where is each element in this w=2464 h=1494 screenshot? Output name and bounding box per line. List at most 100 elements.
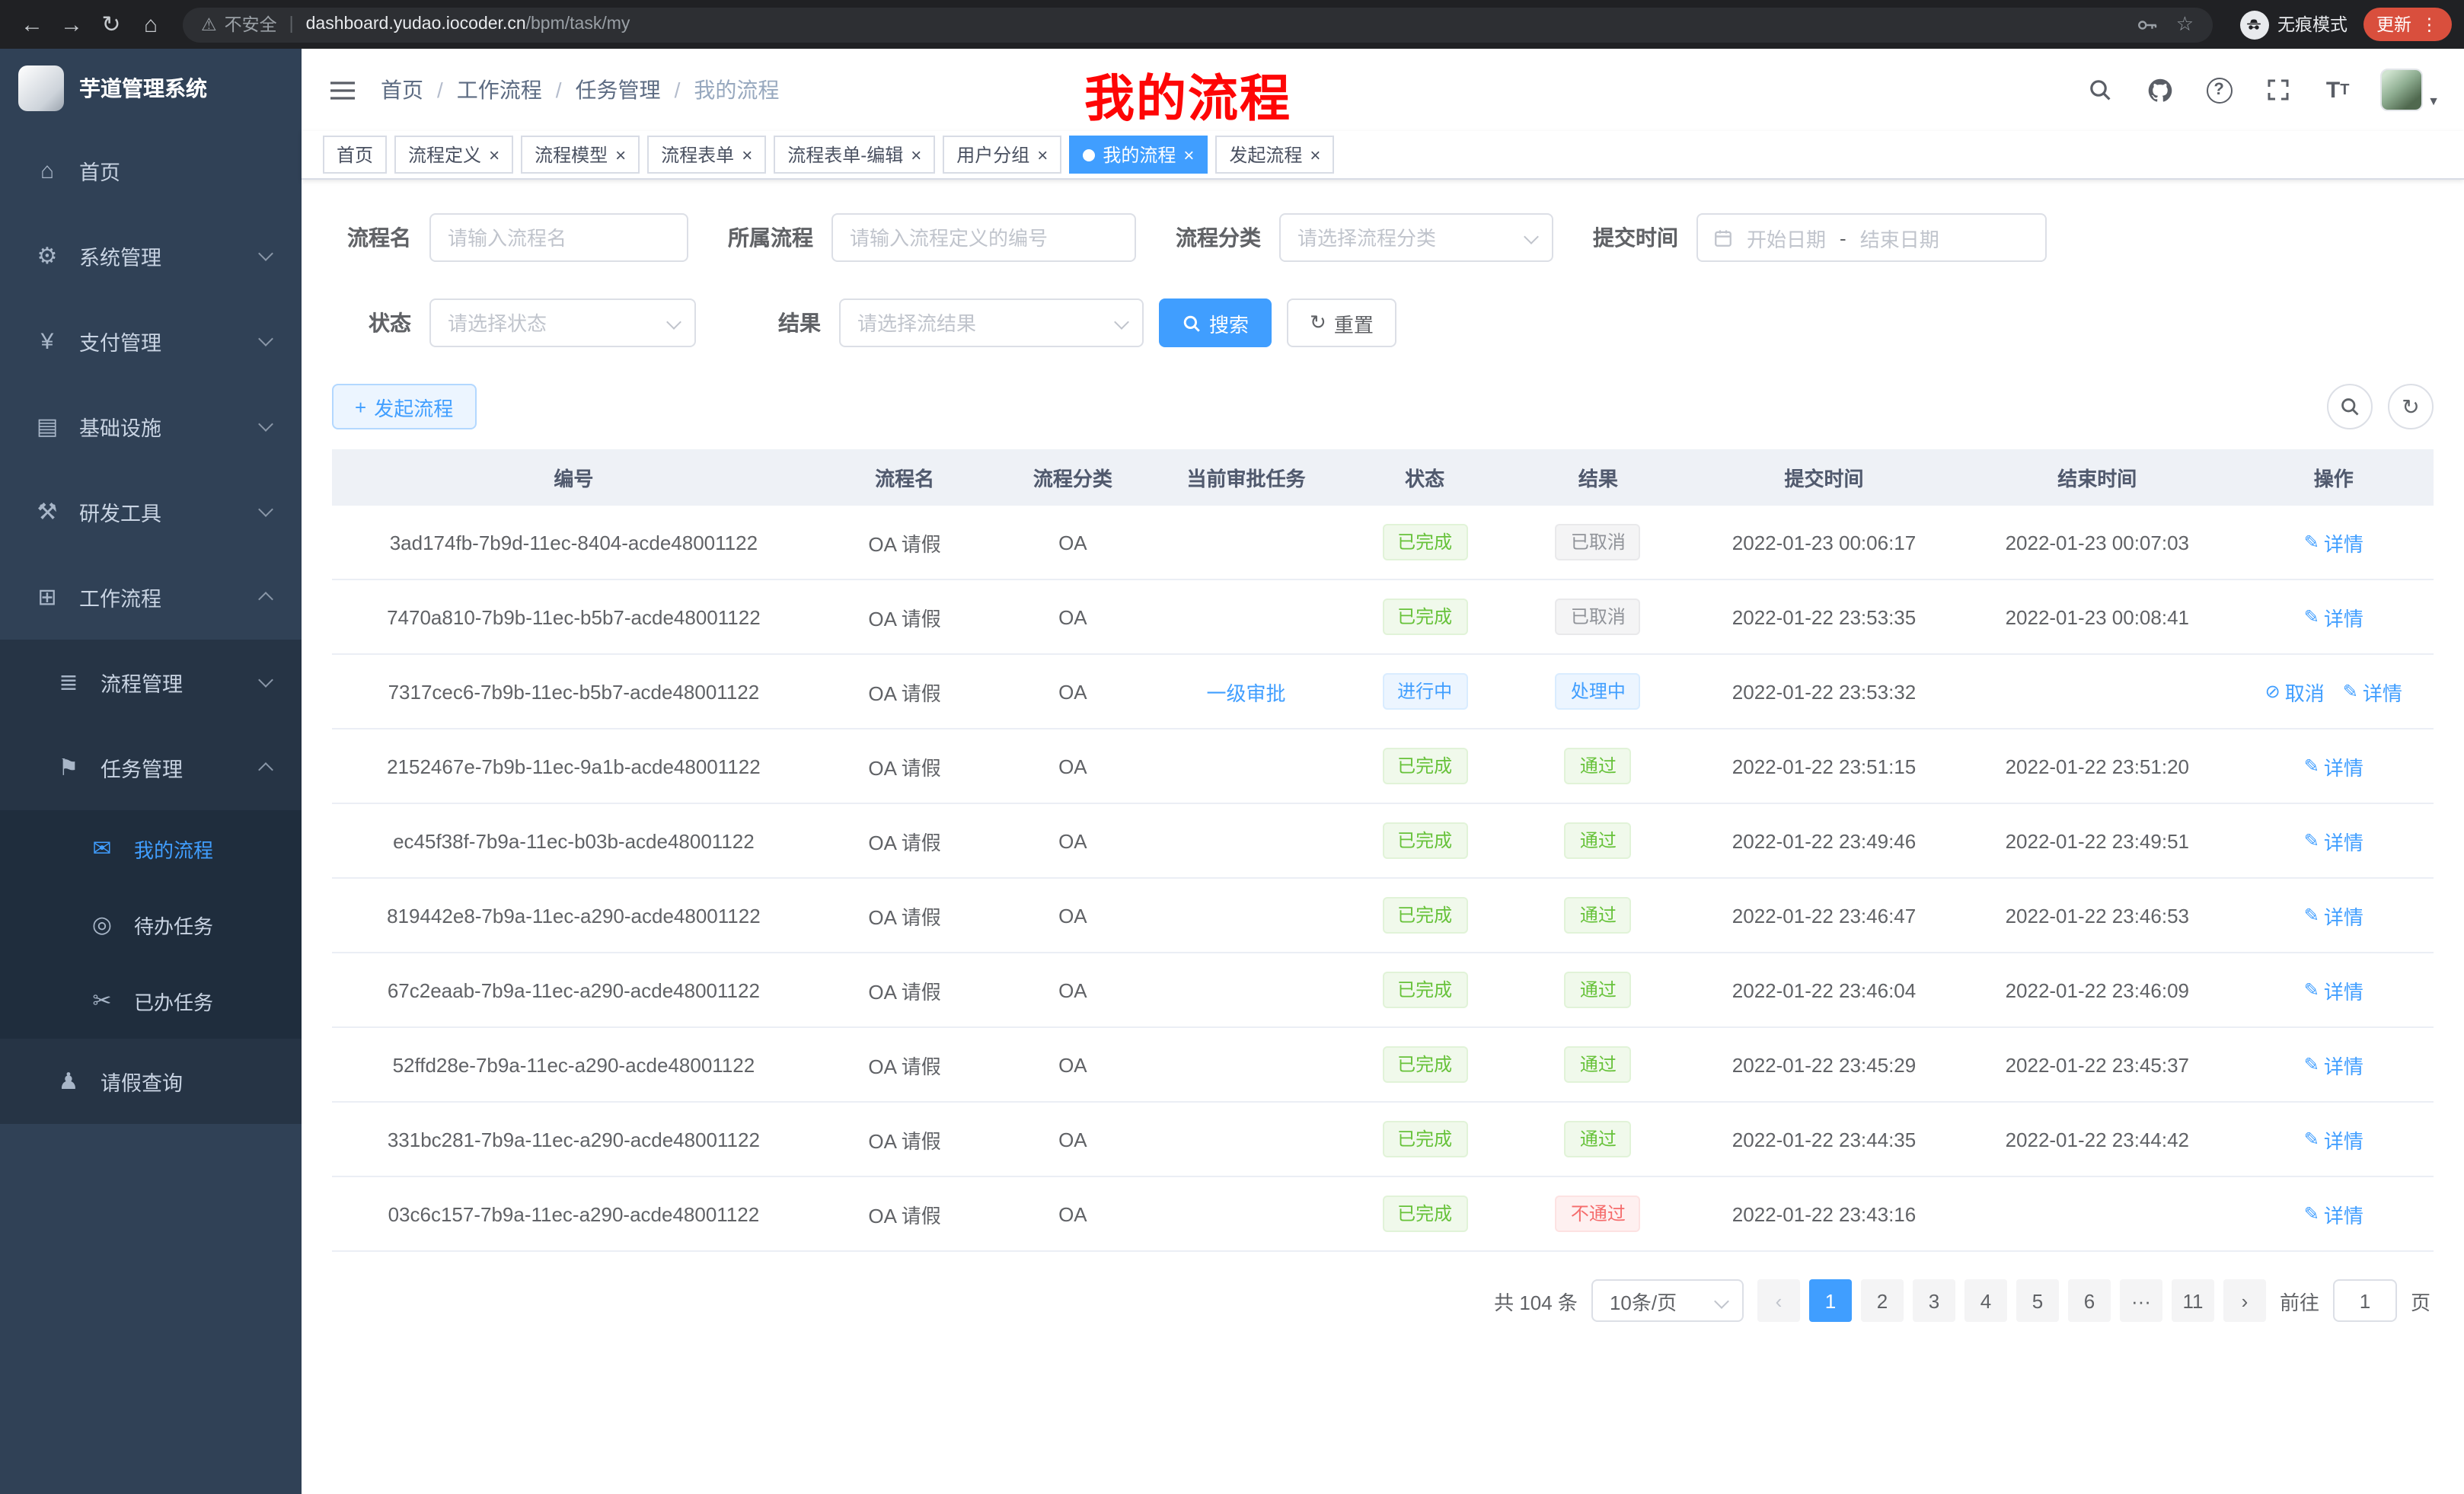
browser-home-icon[interactable]: ⌂ [131,5,171,44]
tab-process-form[interactable]: 流程表单× [647,136,766,174]
cancel-link[interactable]: ⊘取消 [2265,677,2325,706]
more-pages-button[interactable]: ··· [2120,1279,2162,1322]
avatar[interactable] [2380,69,2423,111]
home-icon: ⌂ [30,158,64,184]
page-button-6[interactable]: 6 [2068,1279,2111,1322]
sidebar-item-process-manage[interactable]: ≣流程管理 [0,640,302,725]
cell-category: OA [994,755,1151,777]
chevron-down-icon [258,246,273,261]
sidebar-item-workflow[interactable]: ⊞工作流程 [0,554,302,640]
browser-forward-icon[interactable]: → [52,5,91,44]
chevron-down-icon [258,417,273,432]
detail-link[interactable]: ✎详情 [2304,1125,2363,1154]
page-button-2[interactable]: 2 [1861,1279,1904,1322]
tab-close-icon[interactable]: × [742,145,752,164]
sidebar-item-payment-manage[interactable]: ¥支付管理 [0,298,302,384]
sidebar-item-system-manage[interactable]: ⚙系统管理 [0,213,302,298]
status-select-input[interactable] [429,298,696,347]
current-task-link[interactable]: 一级审批 [1207,682,1286,704]
tab-close-icon[interactable]: × [1037,145,1048,164]
tab-close-icon[interactable]: × [1183,145,1194,164]
create-process-button[interactable]: + 发起流程 [332,384,476,429]
password-key-icon[interactable] [2135,13,2158,36]
page-size-select[interactable] [1591,1279,1744,1322]
header-search-icon[interactable] [2083,72,2117,108]
security-chip[interactable]: ⚠ 不安全 [201,12,277,37]
bookmark-star-icon[interactable]: ☆ [2176,12,2194,37]
prev-page-button[interactable]: ‹ [1757,1279,1800,1322]
category-select[interactable] [1279,213,1553,262]
page-button-1[interactable]: 1 [1809,1279,1852,1322]
cell-process-name: OA 请假 [815,1050,994,1079]
tab-home[interactable]: 首页 [323,136,387,174]
end-date-placeholder: 结束日期 [1860,223,1939,252]
sidebar-item-my-process[interactable]: ✉我的流程 [0,810,302,886]
sidebar-item-done-task[interactable]: ✂已办任务 [0,962,302,1039]
font-size-icon[interactable]: TT [2321,72,2354,108]
sidebar-item-label: 系统管理 [79,241,161,271]
reset-button[interactable]: ↻ 重置 [1287,298,1396,347]
tab-my-process[interactable]: 我的流程× [1069,136,1208,174]
sidebar-item-todo-task[interactable]: ◎待办任务 [0,886,302,962]
tab-close-icon[interactable]: × [489,145,500,164]
submit-time-label: 提交时间 [1587,222,1678,253]
detail-link[interactable]: ✎详情 [2304,975,2363,1004]
tab-close-icon[interactable]: × [911,145,921,164]
action-label: 详情 [2324,752,2363,781]
hamburger-icon[interactable] [326,73,359,107]
detail-icon: ✎ [2304,532,2319,553]
tab-close-icon[interactable]: × [1310,145,1320,164]
browser-back-icon[interactable]: ← [12,5,52,44]
detail-link[interactable]: ✎详情 [2343,677,2402,706]
github-icon[interactable] [2143,72,2176,108]
sidebar-item-dev-tools[interactable]: ⚒研发工具 [0,469,302,554]
detail-link[interactable]: ✎详情 [2304,1050,2363,1079]
address-bar[interactable]: ⚠ 不安全 | dashboard.yudao.iocoder.cn/bpm/t… [183,7,2212,42]
user-menu[interactable]: ▼ [2380,69,2440,111]
status-select[interactable] [429,298,696,347]
category-select-input[interactable] [1279,213,1553,262]
sidebar-item-task-manage[interactable]: ⚑任务管理 [0,725,302,810]
refresh-table-button[interactable]: ↻ [2388,384,2434,429]
incognito-icon [2239,10,2268,39]
tab-user-group[interactable]: 用户分组× [943,136,1061,174]
detail-link[interactable]: ✎详情 [2304,1199,2363,1228]
detail-link[interactable]: ✎详情 [2304,752,2363,781]
page-button-11[interactable]: 11 [2172,1279,2214,1322]
next-page-button[interactable]: › [2223,1279,2266,1322]
tab-close-icon[interactable]: × [615,145,626,164]
sidebar-item-home[interactable]: ⌂首页 [0,128,302,213]
tab-start-process[interactable]: 发起流程× [1215,136,1334,174]
process-def-input[interactable] [831,213,1136,262]
result-select[interactable] [839,298,1144,347]
show-search-toggle-button[interactable] [2327,384,2373,429]
jump-page-input[interactable] [2333,1279,2397,1322]
update-button[interactable]: 更新 ⋮ [2363,8,2452,41]
breadcrumb-item-task-manage[interactable]: 任务管理 [576,75,661,105]
process-name-input[interactable] [429,213,688,262]
status-tag: 已完成 [1382,1046,1467,1083]
breadcrumb-item-home[interactable]: 首页 [381,75,423,105]
search-button[interactable]: 搜索 [1159,298,1272,347]
sidebar-item-leave-query[interactable]: ♟请假查询 [0,1039,302,1124]
sidebar-item-infrastructure[interactable]: ▤基础设施 [0,384,302,469]
fullscreen-icon[interactable] [2261,72,2295,108]
help-icon[interactable]: ? [2202,72,2236,108]
detail-link[interactable]: ✎详情 [2304,901,2363,930]
tab-process-definition[interactable]: 流程定义× [394,136,513,174]
detail-link[interactable]: ✎详情 [2304,826,2363,855]
page-button-5[interactable]: 5 [2016,1279,2059,1322]
browser-refresh-icon[interactable]: ↻ [91,5,131,44]
result-select-input[interactable] [839,298,1144,347]
page-button-4[interactable]: 4 [1964,1279,2007,1322]
detail-link[interactable]: ✎详情 [2304,602,2363,631]
tab-process-model[interactable]: 流程模型× [521,136,640,174]
submit-time-range-picker[interactable]: 开始日期 - 结束日期 [1696,213,2047,262]
sidebar-menu: ⌂首页⚙系统管理¥支付管理▤基础设施⚒研发工具⊞工作流程≣流程管理⚑任务管理✉我… [0,128,302,1124]
detail-link[interactable]: ✎详情 [2304,528,2363,557]
breadcrumb-item-workflow[interactable]: 工作流程 [457,75,542,105]
logo[interactable]: 芋道管理系统 [0,49,302,128]
page-button-3[interactable]: 3 [1913,1279,1955,1322]
tab-process-form-edit[interactable]: 流程表单-编辑× [774,136,935,174]
browser-menu-icon[interactable]: ⋮ [2421,14,2438,35]
